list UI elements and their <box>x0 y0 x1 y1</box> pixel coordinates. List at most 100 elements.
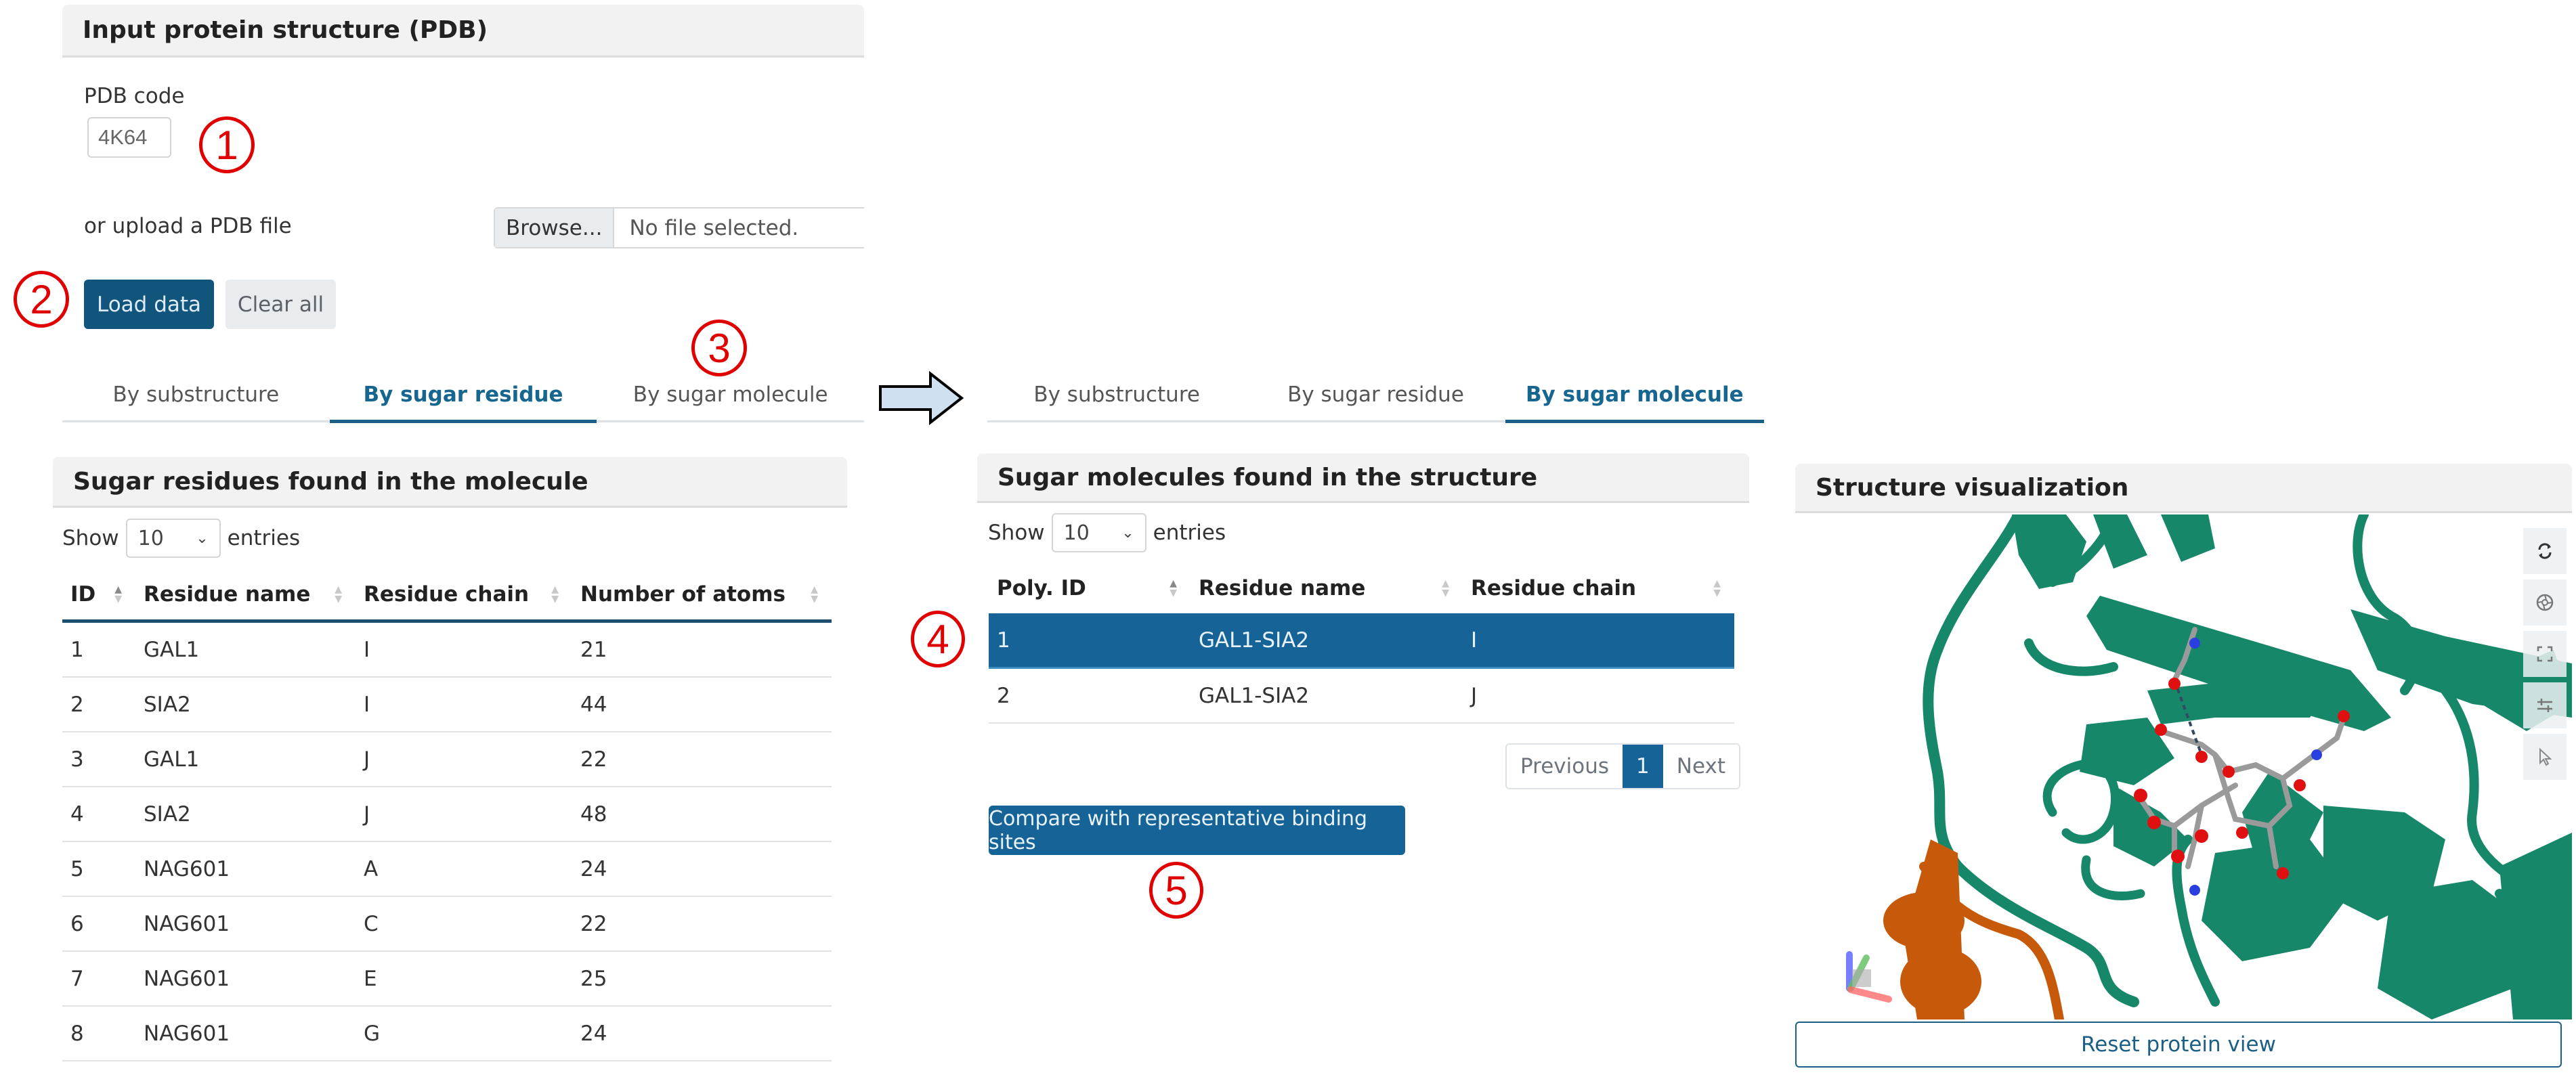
table-cell: NAG601 <box>135 896 356 952</box>
table-row[interactable]: 3 GAL1 J 22 <box>62 732 832 787</box>
file-status: No file selected. <box>629 215 799 240</box>
input-panel-header: Input protein structure (PDB) <box>62 5 864 58</box>
table-cell: J <box>356 787 572 842</box>
viewer-toolbar <box>2523 528 2567 780</box>
fullscreen-button[interactable] <box>2523 631 2567 677</box>
table-row[interactable]: 4 SIA2 J 48 <box>62 787 832 842</box>
residues-length-control: Show 10 ⌄ entries <box>62 519 300 558</box>
annotation-2: 2 <box>14 271 69 328</box>
column-header-residue-chain[interactable]: Residue chain ▲ ▼ <box>356 569 572 623</box>
annotation-4: 4 <box>911 611 965 667</box>
table-cell: 48 <box>572 787 832 842</box>
table-cell: 24 <box>572 841 832 897</box>
browse-button[interactable]: Browse... <box>495 209 615 247</box>
reset-protein-view-button[interactable]: Reset protein view <box>1795 1022 2562 1068</box>
table-row[interactable]: 7 NAG601 E 25 <box>62 951 832 1007</box>
tab-by-sugar-residue[interactable]: By sugar residue <box>1246 369 1505 420</box>
compare-binding-sites-button[interactable]: Compare with representative binding site… <box>989 806 1405 855</box>
table-cell: GAL1 <box>135 621 356 678</box>
table-cell: 1 <box>989 613 1190 669</box>
table-cell: 21 <box>572 621 832 678</box>
select-pointer-icon <box>2539 747 2552 766</box>
fullscreen-icon <box>2537 646 2553 662</box>
table-cell: J <box>1463 667 1734 724</box>
table-cell: J <box>356 732 572 787</box>
table-cell: 1 <box>62 621 135 678</box>
clear-all-button[interactable]: Clear all <box>226 280 336 329</box>
annotation-3: 3 <box>691 320 747 376</box>
structure-panel-title: Structure visualization <box>1816 473 2129 502</box>
annotation-1: 1 <box>199 116 255 173</box>
column-header-residue-chain[interactable]: Residue chain ▲ ▼ <box>1463 563 1734 613</box>
pagination-previous[interactable]: Previous <box>1507 745 1623 788</box>
pagination-next[interactable]: Next <box>1663 745 1739 788</box>
molecules-panel-title: Sugar molecules found in the structure <box>997 463 1538 491</box>
entries-select[interactable]: 10 ⌄ <box>125 519 221 558</box>
column-header-id[interactable]: ID ▲ ▼ <box>62 569 135 623</box>
right-arrow-icon <box>879 371 964 425</box>
column-header-poly-id[interactable]: Poly. ID ▲ ▼ <box>989 563 1190 613</box>
screenshot-button[interactable] <box>2523 579 2567 626</box>
axes-indicator <box>1846 951 1892 1003</box>
file-upload-input[interactable]: Browse... No file selected. <box>494 207 864 248</box>
molecules-table: Poly. ID ▲ ▼ Residue name ▲ ▼ Residue chain ▲… <box>989 563 1734 724</box>
pagination-page-1[interactable]: 1 <box>1623 745 1663 788</box>
table-cell: GAL1 <box>135 732 356 787</box>
molecule-viewer[interactable] <box>1795 514 2572 1019</box>
sort-icon: ▲ ▼ <box>1713 578 1721 598</box>
table-cell: SIA2 <box>135 677 356 732</box>
entries-select[interactable]: 10 ⌄ <box>1051 513 1146 552</box>
entries-label: entries <box>227 526 301 550</box>
table-cell: 5 <box>62 841 135 897</box>
table-cell: A <box>356 841 572 897</box>
residues-table: ID ▲ ▼ Residue name ▲ ▼ Residue chain ▲ ▼ Numb… <box>62 569 832 1061</box>
table-cell: 6 <box>62 896 135 952</box>
entries-label: entries <box>1153 521 1226 545</box>
table-row[interactable]: 8 NAG601 G 24 <box>62 1006 832 1061</box>
annotation-5: 5 <box>1149 862 1203 919</box>
table-row[interactable]: 1 GAL1 I 21 <box>62 621 832 678</box>
tab-by-sugar-molecule[interactable]: By sugar molecule <box>597 369 864 420</box>
table-cell: NAG601 <box>135 1006 356 1061</box>
spin-icon <box>2538 543 2552 559</box>
column-header-residue-name[interactable]: Residue name ▲ ▼ <box>1190 563 1463 613</box>
table-row[interactable]: 1 GAL1-SIA2 I <box>989 613 1734 669</box>
column-header-residue-name[interactable]: Residue name ▲ ▼ <box>135 569 356 623</box>
spin-toggle-button[interactable] <box>2523 528 2567 574</box>
upload-label: or upload a PDB file <box>84 214 292 238</box>
sort-icon: ▲ ▼ <box>551 584 559 605</box>
column-header-number-of-atoms[interactable]: Number of atoms ▲ ▼ <box>572 569 832 623</box>
settings-button[interactable] <box>2523 682 2567 728</box>
chevron-down-icon: ⌄ <box>1121 524 1134 542</box>
load-data-button[interactable]: Load data <box>84 280 214 329</box>
settings-icon <box>2537 699 2552 712</box>
structure-panel-header: Structure visualization <box>1795 464 2572 513</box>
selection-mode-button[interactable] <box>2523 734 2567 780</box>
screenshot-icon <box>2536 594 2554 611</box>
table-row[interactable]: 6 NAG601 C 22 <box>62 896 832 952</box>
table-cell: 3 <box>62 732 135 787</box>
pdb-code-input[interactable]: 4K64 <box>87 117 171 158</box>
pagination: Previous 1 Next <box>1505 743 1740 789</box>
pdb-code-label: PDB code <box>84 84 185 108</box>
table-cell: NAG601 <box>135 841 356 897</box>
residues-panel-header: Sugar residues found in the molecule <box>53 457 847 508</box>
tab-by-sugar-residue[interactable]: By sugar residue <box>329 369 597 423</box>
tabs-before: By substructure By sugar residue By suga… <box>62 369 864 423</box>
table-cell: 8 <box>62 1006 135 1061</box>
table-cell: E <box>356 951 572 1007</box>
tabs-after: By substructure By sugar residue By suga… <box>987 369 1765 423</box>
table-cell: 25 <box>572 951 832 1007</box>
tab-by-sugar-molecule[interactable]: By sugar molecule <box>1505 369 1765 423</box>
table-row[interactable]: 2 GAL1-SIA2 J <box>989 667 1734 724</box>
table-cell: I <box>1463 613 1734 669</box>
table-row[interactable]: 5 NAG601 A 24 <box>62 841 832 897</box>
sort-icon: ▲ ▼ <box>335 584 342 605</box>
tab-by-substructure[interactable]: By substructure <box>62 369 330 420</box>
tab-by-substructure[interactable]: By substructure <box>987 369 1246 420</box>
table-cell: GAL1-SIA2 <box>1190 667 1463 724</box>
table-cell: 7 <box>62 951 135 1007</box>
sort-asc-icon: ▲ ▼ <box>1169 578 1177 598</box>
input-panel-title: Input protein structure (PDB) <box>83 16 488 44</box>
table-row[interactable]: 2 SIA2 I 44 <box>62 677 832 732</box>
